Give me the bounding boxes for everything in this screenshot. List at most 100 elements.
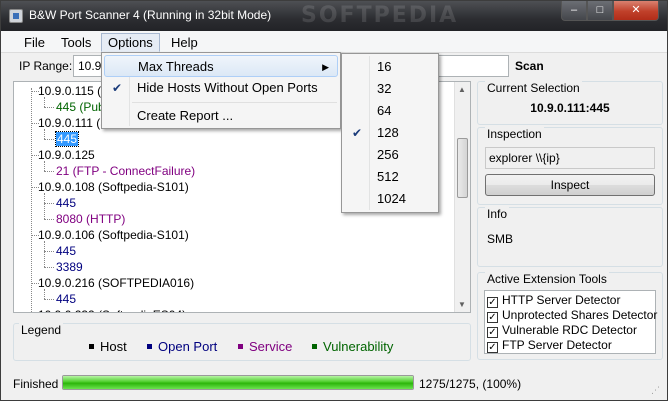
tree-port-node[interactable]: 445 (56, 195, 76, 211)
maximize-button[interactable]: □ (587, 1, 613, 21)
window-title: B&W Port Scanner 4 (Running in 32bit Mod… (29, 8, 272, 22)
tree-node-label: 8080 (HTTP) (56, 212, 126, 226)
tree-scrollbar[interactable]: ▲ ▼ (454, 82, 470, 312)
extension-tool-label: Vulnerable RDC Detector (502, 323, 637, 337)
extension-tool-item[interactable]: ✓ Vulnerable RDC Detector (487, 323, 637, 338)
legend-vulnerability-label: Vulnerability (323, 339, 394, 354)
menu-options[interactable]: Options (101, 33, 160, 52)
tree-node-label: 445 (56, 244, 77, 258)
ip-range-label: IP Range: (19, 59, 73, 73)
menu-hide-hosts[interactable]: ✔ Hide Hosts Without Open Ports (104, 77, 338, 99)
threads-option[interactable]: 16 (344, 56, 436, 78)
menu-tools[interactable]: Tools (54, 33, 98, 52)
menu-create-report[interactable]: Create Report ... (104, 105, 338, 127)
tree-host-node[interactable]: 10.9.0.125 (38, 147, 95, 163)
tree-connector (44, 219, 54, 220)
tree-port-node[interactable]: 8080 (HTTP) (56, 211, 125, 227)
tree-node-label: 10.9.0.111 (S (38, 116, 109, 130)
threads-option-label: 16 (377, 59, 392, 74)
menu-file[interactable]: File (17, 33, 52, 52)
app-icon (9, 9, 23, 23)
extension-tool-item[interactable]: ✓ Unprotected Shares Detector (487, 308, 657, 323)
inspection-command-field[interactable]: explorer \\{ip} (485, 147, 655, 169)
extension-tools-title: Active Extension Tools (485, 272, 609, 286)
open-port-square-icon (147, 344, 152, 349)
tree-node-label: 445 (Pub (56, 100, 105, 114)
tree-host-node[interactable]: 10.9.0.115 (S (38, 83, 109, 99)
service-square-icon (238, 344, 243, 349)
progress-text: 1275/1275, (100%) (419, 377, 522, 391)
tree-host-node[interactable]: 10.9.0.111 (S (38, 115, 108, 131)
tree-port-node[interactable]: 445 (54, 131, 80, 147)
threads-option[interactable]: 64 (344, 100, 436, 122)
app-window: B&W Port Scanner 4 (Running in 32bit Mod… (0, 0, 668, 401)
close-button[interactable]: ✕ (613, 1, 659, 21)
tree-connector (31, 283, 39, 284)
menu-help[interactable]: Help (164, 33, 205, 52)
legend-service-label: Service (249, 339, 293, 354)
tree-port-node[interactable]: 445 (56, 291, 76, 307)
scroll-down-icon[interactable]: ▼ (458, 300, 466, 309)
threads-option[interactable]: 32 (344, 78, 436, 100)
resize-grip-icon[interactable]: ⋰ (651, 385, 661, 395)
extension-tool-item[interactable]: ✓ FTP Server Detector (487, 338, 612, 353)
tree-connector (31, 91, 39, 92)
tree-node-label: 10.9.0.232 (SoftpediaES04) (38, 308, 186, 312)
tree-connector (44, 107, 54, 108)
tree-host-node[interactable]: 10.9.0.106 (Softpedia-S101) (38, 227, 189, 243)
tree-node-label: 10.9.0.115 (S (38, 84, 110, 98)
extension-tool-item[interactable]: ✓ HTTP Server Detector (487, 293, 620, 308)
checkbox-icon[interactable]: ✓ (487, 327, 498, 338)
tree-port-node[interactable]: 445 (Pub (56, 99, 105, 115)
checkbox-icon[interactable]: ✓ (487, 312, 498, 323)
threads-option[interactable]: 512 (344, 166, 436, 188)
tree-connector (31, 123, 39, 124)
info-text: SMB (487, 232, 514, 246)
tree-host-node[interactable]: 10.9.0.232 (SoftpediaES04) (38, 307, 186, 312)
tree-node-label: 3389 (56, 260, 83, 274)
threads-option-label: 64 (377, 103, 392, 118)
checkbox-icon[interactable]: ✓ (487, 297, 498, 308)
legend-vulnerability: Vulnerability (312, 339, 393, 354)
tree-port-node[interactable]: 21 (FTP - ConnectFailure) (56, 163, 195, 179)
scroll-thumb[interactable] (457, 138, 468, 198)
tree-host-node[interactable]: 10.9.0.108 (Softpedia-S101) (38, 179, 189, 195)
progress-fill (63, 376, 413, 389)
tree-node-label: 445 (56, 196, 77, 210)
info-title: Info (485, 207, 510, 221)
tree-child-connector (44, 129, 45, 139)
tree-guide-line (31, 88, 32, 312)
tree-connector (31, 187, 39, 188)
legend-open-port: Open Port (147, 339, 217, 354)
menu-bar: File Tools Options Help (1, 31, 667, 53)
submenu-arrow-icon: ▶ (322, 62, 329, 72)
tree-child-connector (44, 193, 45, 219)
threads-option[interactable]: ✔ 128 (344, 122, 436, 144)
legend-host: Host (89, 339, 127, 354)
threads-option-label: 128 (377, 125, 399, 140)
tree-node-label: 10.9.0.106 (Softpedia-S101) (38, 228, 189, 242)
check-icon: ✔ (352, 126, 363, 140)
tree-port-node[interactable]: 445 (56, 243, 76, 259)
extension-tool-label: HTTP Server Detector (502, 293, 621, 307)
threads-option-label: 256 (377, 147, 399, 162)
tree-port-node[interactable]: 3389 (56, 259, 83, 275)
tree-child-connector (44, 97, 45, 107)
scroll-up-icon[interactable]: ▲ (458, 85, 466, 94)
scan-button[interactable]: Scan (515, 59, 544, 73)
minimize-button[interactable]: – (561, 1, 587, 21)
softpedia-watermark: SOFTPEDIA (301, 3, 459, 28)
inspection-title: Inspection (485, 127, 544, 141)
legend-open-port-label: Open Port (158, 339, 218, 354)
threads-option[interactable]: 1024 (344, 188, 436, 210)
tree-node-label: 10.9.0.216 (SOFTPEDIA016) (38, 276, 195, 290)
threads-option-label: 512 (377, 169, 399, 184)
tree-host-node[interactable]: 10.9.0.216 (SOFTPEDIA016) (38, 275, 194, 291)
menu-max-threads[interactable]: Max Threads ▶ (104, 55, 338, 77)
threads-option[interactable]: 256 (344, 144, 436, 166)
checkbox-icon[interactable]: ✓ (487, 342, 498, 353)
threads-option-label: 1024 (377, 191, 406, 206)
current-selection-value: 10.9.0.111:445 (530, 101, 610, 115)
status-label: Finished (13, 377, 59, 391)
inspect-button[interactable]: Inspect (485, 174, 655, 196)
